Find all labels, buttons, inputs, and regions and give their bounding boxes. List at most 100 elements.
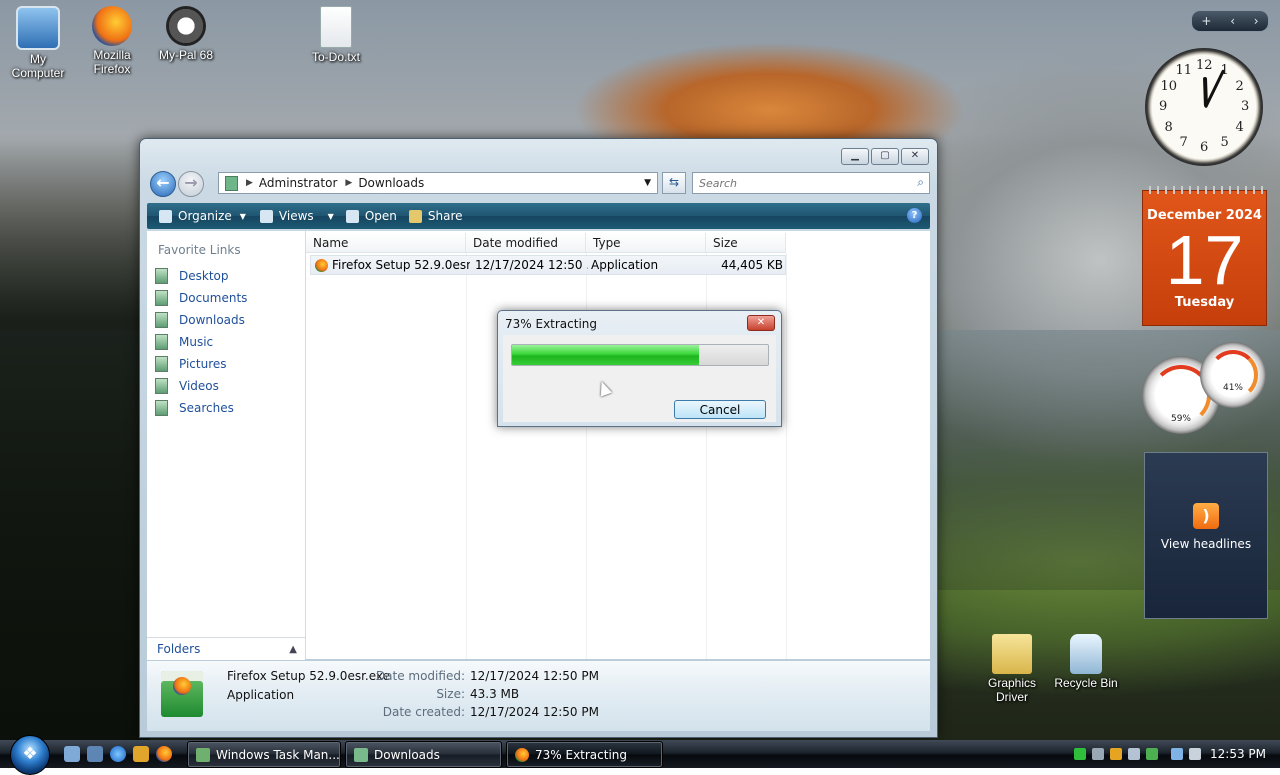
favorite-link-videos[interactable]: Videos (147, 375, 305, 397)
start-button[interactable]: ❖ (10, 735, 50, 775)
computer-icon (16, 6, 60, 50)
views-button[interactable]: Views ▼ (259, 209, 334, 223)
clock-time[interactable]: 12:53 PM (1210, 747, 1266, 761)
column-divider (786, 253, 787, 659)
column-header-type[interactable]: Type (586, 233, 706, 253)
clock-numeral: 5 (1220, 134, 1229, 150)
favorite-link-music[interactable]: Music (147, 331, 305, 353)
memory-gauge[interactable]: 41% (1200, 342, 1266, 408)
wallpaper-trees (0, 140, 150, 740)
desktop-icon-graphics-driver[interactable]: Graphics Driver (974, 630, 1050, 704)
add-gadget-icon[interactable]: + (1201, 14, 1211, 28)
sidebar-controls[interactable]: + ‹ › (1191, 10, 1269, 32)
file-row[interactable]: Firefox Setup 52.9.0esr.... 12/17/2024 1… (310, 255, 786, 275)
desktop-icon-todo[interactable]: To-Do.txt (298, 2, 374, 64)
search-box[interactable]: ⌕ (692, 172, 930, 194)
taskbar-button-task-manager[interactable]: Windows Task Man... (187, 741, 341, 768)
favorite-link-label: Desktop (179, 269, 229, 283)
text-file-icon (320, 6, 352, 48)
help-icon[interactable]: ? (907, 208, 922, 223)
internet-explorer-icon[interactable] (110, 746, 126, 762)
switch-windows-icon[interactable] (87, 746, 103, 762)
firefox-icon (92, 6, 132, 46)
folders-toggle[interactable]: Folders ▲ (147, 637, 305, 660)
desktop-icon-label: My-Pal 68 (158, 48, 214, 62)
chevron-up-icon: ▲ (289, 643, 297, 655)
refresh-button[interactable]: ⇆ (662, 172, 686, 194)
task-manager-icon (196, 747, 210, 762)
organize-button[interactable]: Organize ▼ (159, 209, 246, 223)
dialog-close-button[interactable]: ✕ (747, 315, 775, 331)
firefox-icon[interactable] (156, 746, 172, 762)
clock-numeral: 7 (1179, 134, 1188, 150)
taskbar-button-downloads[interactable]: Downloads (345, 741, 502, 768)
close-button[interactable]: ✕ (901, 148, 929, 165)
search-icon[interactable]: ⌕ (917, 175, 924, 190)
documents-folder-icon (155, 290, 168, 306)
breadcrumb-item-administrator[interactable]: Adminstrator (259, 176, 337, 190)
forward-button[interactable]: → (178, 171, 204, 197)
desktop-folder-icon (155, 268, 168, 284)
media-player-icon[interactable] (133, 746, 149, 762)
details-size-label: Size: (436, 687, 465, 701)
searches-folder-icon (155, 400, 168, 416)
clock-numeral: 6 (1200, 140, 1209, 155)
volume-muted-icon[interactable] (1189, 748, 1201, 760)
maximize-button[interactable]: ▢ (871, 148, 899, 165)
column-header-name[interactable]: Name (306, 233, 466, 253)
taskbar: ❖ Windows Task Man... Downloads 73% Extr… (0, 735, 1280, 775)
minimize-button[interactable]: ▁ (841, 148, 869, 165)
desktop-icon-my-computer[interactable]: My Computer (0, 2, 76, 80)
desktop-icon-firefox[interactable]: Mozilla Firefox (74, 2, 150, 76)
clock-gadget[interactable]: 12 1 2 3 4 5 6 7 8 9 10 11 (1145, 48, 1263, 166)
tray-icon[interactable] (1128, 748, 1140, 760)
favorite-link-desktop[interactable]: Desktop (147, 265, 305, 287)
breadcrumb-separator: ▶ (345, 178, 353, 188)
share-icon (408, 209, 422, 223)
favorite-link-pictures[interactable]: Pictures (147, 353, 305, 375)
column-header-date-modified[interactable]: Date modified (466, 233, 586, 253)
memory-percent: 41% (1222, 383, 1243, 393)
desktop-icon-label: Firefox (93, 62, 131, 76)
chevron-down-icon: ▼ (239, 211, 246, 221)
desktop-icon-recycle-bin[interactable]: Recycle Bin (1048, 630, 1124, 690)
search-input[interactable] (697, 173, 901, 193)
tray-icon[interactable] (1074, 748, 1086, 760)
security-shield-icon[interactable] (1110, 748, 1122, 760)
details-date-modified-label: Date modified: (375, 669, 465, 683)
favorite-link-documents[interactable]: Documents (147, 287, 305, 309)
installer-icon (161, 671, 203, 717)
favorite-link-label: Downloads (179, 313, 245, 327)
favorite-link-downloads[interactable]: Downloads (147, 309, 305, 331)
show-desktop-icon[interactable] (64, 746, 80, 762)
share-button[interactable]: Share (408, 209, 463, 223)
column-headers: Name Date modified Type Size (306, 233, 930, 253)
back-button[interactable]: ← (150, 171, 176, 197)
file-date-modified: 12/17/2024 12:50 ... (475, 258, 588, 272)
desktop-icon-my-pal[interactable]: My-Pal 68 (148, 2, 224, 62)
address-bar[interactable]: ▶ Adminstrator ▶ Downloads ▼ (218, 172, 658, 194)
breadcrumb-item-downloads[interactable]: Downloads (358, 176, 424, 190)
feed-headlines-gadget[interactable]: ) View headlines (1144, 452, 1268, 619)
explorer-window: ▁ ▢ ✕ ← → ▶ Adminstrator ▶ Downloads ▼ ⇆… (139, 138, 938, 738)
address-dropdown-icon[interactable]: ▼ (644, 178, 651, 188)
taskbar-button-extracting[interactable]: 73% Extracting (506, 741, 663, 768)
views-label: Views (278, 209, 314, 223)
column-header-size[interactable]: Size (706, 233, 786, 253)
cancel-button[interactable]: Cancel (674, 400, 766, 419)
tray-icon[interactable] (1146, 748, 1158, 760)
music-folder-icon (155, 334, 168, 350)
calendar-gadget[interactable]: December 2024 17 Tuesday (1142, 186, 1267, 326)
view-headlines-label[interactable]: View headlines (1145, 537, 1267, 551)
next-page-icon[interactable]: › (1254, 14, 1259, 28)
pictures-folder-icon (155, 356, 168, 372)
navigation-pane: Favorite Links Desktop Documents Downloa… (147, 231, 306, 659)
clock-numeral: 12 (1196, 58, 1213, 73)
favorite-link-searches[interactable]: Searches (147, 397, 305, 419)
clock-numeral: 9 (1159, 99, 1168, 114)
tray-icon[interactable] (1092, 748, 1104, 760)
network-icon[interactable] (1171, 748, 1183, 760)
desktop-icon-label: Recycle Bin (1054, 676, 1118, 690)
open-button[interactable]: Open (345, 209, 397, 223)
previous-page-icon[interactable]: ‹ (1230, 14, 1235, 28)
